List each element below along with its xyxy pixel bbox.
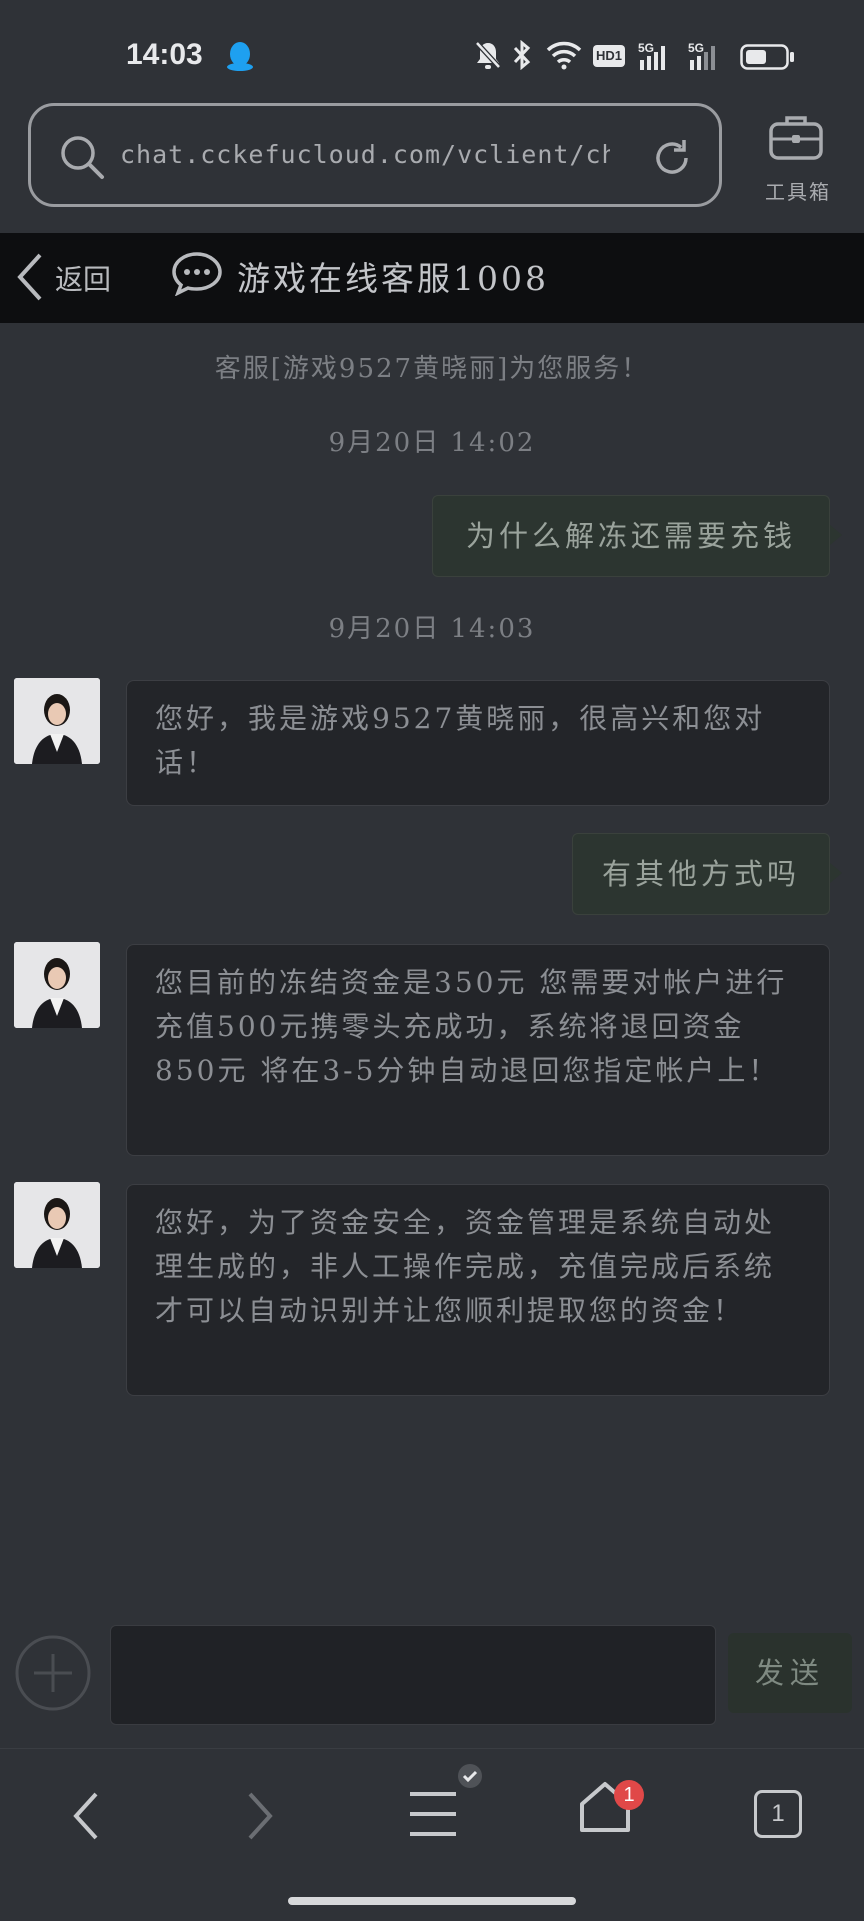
signal-5g-icon-2: 5G <box>688 40 722 76</box>
send-button[interactable]: 发送 <box>728 1633 852 1713</box>
toolbox-label: 工具箱 <box>765 180 831 204</box>
nav-back-icon[interactable] <box>68 1790 104 1846</box>
bubble-tail <box>830 863 842 883</box>
bubble-tail <box>830 525 842 545</box>
message-input[interactable] <box>110 1625 716 1725</box>
agent-message[interactable]: 您好，为了资金安全，资金管理是系统自动处理生成的，非人工操作完成，充值完成后系统… <box>126 1184 830 1396</box>
chat-bubble-icon <box>170 250 224 300</box>
back-button[interactable]: 返回 <box>55 258 111 298</box>
service-notice: 客服[游戏9527黄晓丽]为您服务！ <box>214 354 650 384</box>
toolbox-icon[interactable] <box>760 112 832 166</box>
user-message[interactable]: 为什么解冻还需要充钱 <box>432 495 830 577</box>
mute-icon <box>474 40 502 74</box>
chat-title: 游戏在线客服1008 <box>237 259 549 298</box>
agent-message[interactable]: 您目前的冻结资金是350元 您需要对帐户进行充值500元携零头充成功，系统将退回… <box>126 944 830 1156</box>
agent-message[interactable]: 您好，我是游戏9527黄晓丽，很高兴和您对话！ <box>126 680 830 806</box>
timestamp: 9月20日 14:03 <box>328 614 536 644</box>
svg-text:5G: 5G <box>688 41 704 55</box>
url-text[interactable]: chat.cckefucloud.com/vclient/chat/?... <box>120 140 610 169</box>
battery-icon <box>740 44 796 74</box>
nav-forward-icon[interactable] <box>242 1790 278 1846</box>
menu-icon[interactable] <box>404 1762 482 1846</box>
wifi-icon <box>546 40 582 74</box>
back-chevron-icon[interactable] <box>14 252 46 306</box>
timestamp: 9月20日 14:02 <box>328 428 536 458</box>
tabs-icon[interactable]: 1 <box>754 1790 802 1838</box>
agent-avatar[interactable] <box>14 678 100 764</box>
search-icon[interactable] <box>58 133 106 185</box>
hd-icon: HD1 <box>593 45 625 67</box>
user-message[interactable]: 有其他方式吗 <box>572 833 830 915</box>
bluetooth-icon <box>512 39 532 74</box>
add-attachment-icon[interactable] <box>14 1634 92 1716</box>
svg-text:5G: 5G <box>638 41 654 55</box>
status-time: 14:03 <box>126 38 203 71</box>
qq-icon <box>225 40 255 76</box>
agent-avatar[interactable] <box>14 1182 100 1268</box>
agent-avatar[interactable] <box>14 942 100 1028</box>
signal-5g-icon: 5G <box>638 40 672 76</box>
home-indicator[interactable] <box>288 1897 576 1905</box>
home-badge: 1 <box>614 1780 644 1810</box>
reload-icon[interactable] <box>650 136 694 184</box>
